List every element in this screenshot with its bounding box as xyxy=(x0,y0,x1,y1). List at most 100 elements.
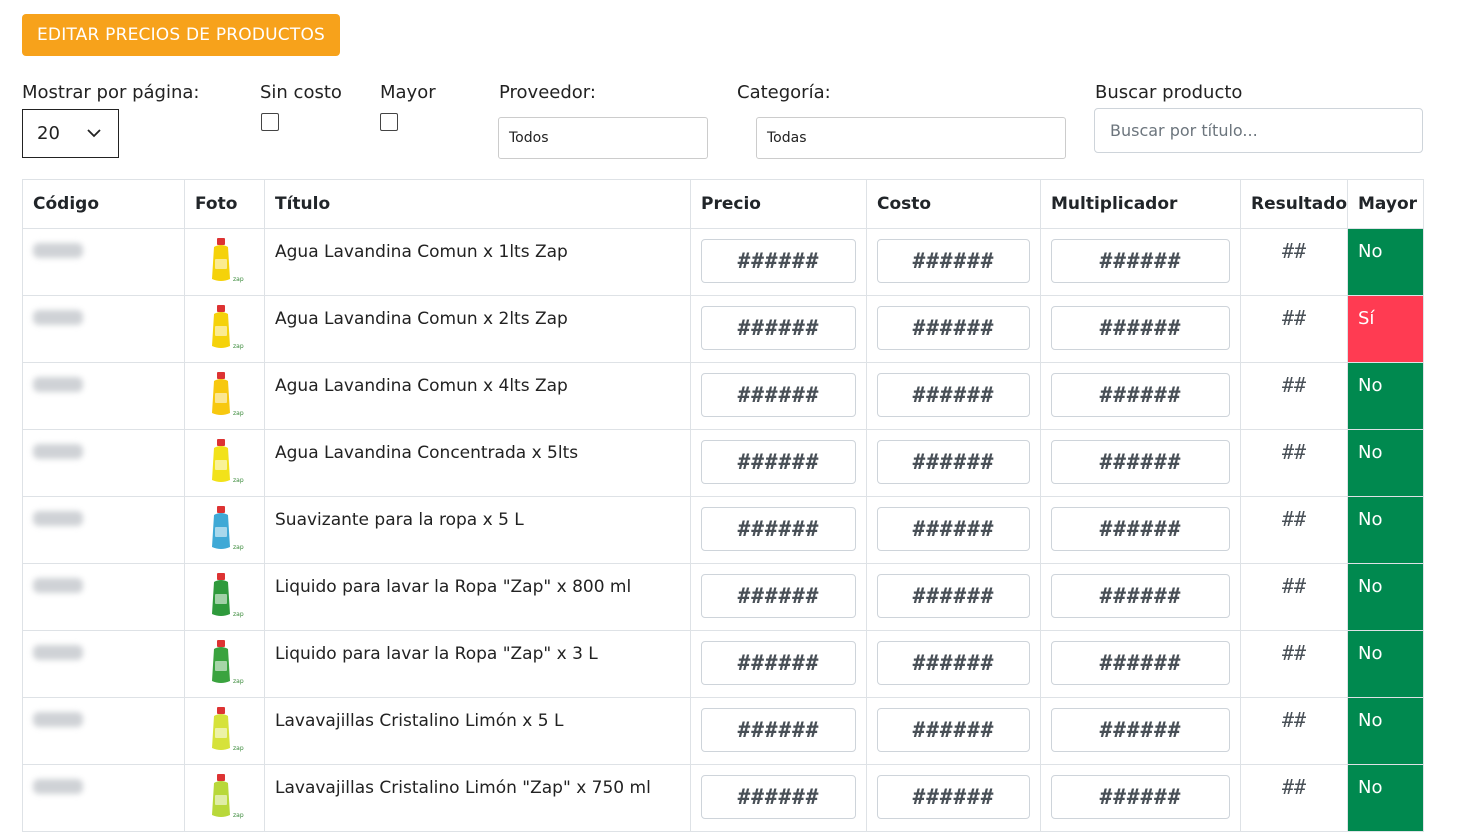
precio-input[interactable]: ###### xyxy=(701,574,856,618)
blurred-code xyxy=(33,243,83,258)
product-thumbnail-icon: zap xyxy=(212,707,244,752)
product-thumbnail-icon: zap xyxy=(212,640,244,685)
costo-input[interactable]: ###### xyxy=(877,239,1030,283)
mayor-checkbox[interactable] xyxy=(380,113,398,131)
precio-cell: ###### xyxy=(690,630,867,698)
multiplicador-input[interactable]: ###### xyxy=(1051,708,1230,752)
multiplicador-cell: ###### xyxy=(1040,362,1241,430)
multiplicador-input[interactable]: ###### xyxy=(1051,239,1230,283)
photo-cell: zap xyxy=(184,563,265,631)
product-thumbnail-icon: zap xyxy=(212,305,244,350)
multiplicador-cell: ###### xyxy=(1040,228,1241,296)
blurred-code xyxy=(33,377,83,392)
costo-input[interactable]: ###### xyxy=(877,708,1030,752)
categoria-value: Todas xyxy=(767,130,807,146)
mayor-toggle[interactable]: Sí xyxy=(1347,295,1424,363)
mayor-toggle[interactable]: No xyxy=(1347,764,1424,832)
header-titulo[interactable]: Título xyxy=(264,179,691,229)
precio-input[interactable]: ###### xyxy=(701,641,856,685)
multiplicador-input[interactable]: ###### xyxy=(1051,306,1230,350)
photo-cell: zap xyxy=(184,764,265,832)
blurred-code xyxy=(33,310,83,325)
code-cell xyxy=(22,362,185,430)
header-mayor[interactable]: Mayor xyxy=(1347,179,1424,229)
code-cell xyxy=(22,496,185,564)
precio-input[interactable]: ###### xyxy=(701,306,856,350)
svg-text:zap: zap xyxy=(233,611,244,618)
mayor-toggle[interactable]: No xyxy=(1347,362,1424,430)
table-header-row: Código Foto Título Precio Costo Multipli… xyxy=(22,179,1424,229)
svg-text:zap: zap xyxy=(233,678,244,685)
mayor-toggle[interactable]: No xyxy=(1347,228,1424,296)
table-row: zap Agua Lavandina Concentrada x 5lts ##… xyxy=(22,429,1424,497)
photo-cell: zap xyxy=(184,429,265,497)
svg-text:zap: zap xyxy=(233,410,244,417)
code-cell xyxy=(22,697,185,765)
header-codigo[interactable]: Código xyxy=(22,179,185,229)
sin-costo-checkbox[interactable] xyxy=(261,113,279,131)
product-thumbnail-icon: zap xyxy=(212,506,244,551)
resultado-value: ## xyxy=(1240,563,1348,631)
mayor-toggle[interactable]: No xyxy=(1347,697,1424,765)
precio-cell: ###### xyxy=(690,429,867,497)
mayor-toggle[interactable]: No xyxy=(1347,563,1424,631)
multiplicador-input[interactable]: ###### xyxy=(1051,373,1230,417)
per-page-value: 20 xyxy=(37,123,60,144)
product-thumbnail-icon: zap xyxy=(212,573,244,618)
edit-prices-button[interactable]: EDITAR PRECIOS DE PRODUCTOS xyxy=(22,14,340,56)
multiplicador-input[interactable]: ###### xyxy=(1051,641,1230,685)
costo-input[interactable]: ###### xyxy=(877,574,1030,618)
costo-cell: ###### xyxy=(866,697,1041,765)
costo-input[interactable]: ###### xyxy=(877,306,1030,350)
header-precio[interactable]: Precio xyxy=(690,179,867,229)
mayor-toggle[interactable]: No xyxy=(1347,496,1424,564)
precio-input[interactable]: ###### xyxy=(701,440,856,484)
categoria-select[interactable]: Todas xyxy=(756,117,1066,159)
multiplicador-input[interactable]: ###### xyxy=(1051,507,1230,551)
blurred-code xyxy=(33,444,83,459)
costo-input[interactable]: ###### xyxy=(877,507,1030,551)
photo-cell: zap xyxy=(184,362,265,430)
multiplicador-cell: ###### xyxy=(1040,429,1241,497)
costo-cell: ###### xyxy=(866,295,1041,363)
precio-cell: ###### xyxy=(690,764,867,832)
sin-costo-label: Sin costo xyxy=(260,82,342,103)
product-title: Agua Lavandina Comun x 1lts Zap xyxy=(264,228,691,296)
costo-input[interactable]: ###### xyxy=(877,440,1030,484)
svg-text:zap: zap xyxy=(233,812,244,819)
costo-cell: ###### xyxy=(866,496,1041,564)
svg-text:zap: zap xyxy=(233,276,244,283)
precio-cell: ###### xyxy=(690,295,867,363)
code-cell xyxy=(22,228,185,296)
precio-input[interactable]: ###### xyxy=(701,373,856,417)
code-cell xyxy=(22,295,185,363)
multiplicador-input[interactable]: ###### xyxy=(1051,440,1230,484)
blurred-code xyxy=(33,645,83,660)
costo-input[interactable]: ###### xyxy=(877,373,1030,417)
product-thumbnail-icon: zap xyxy=(212,372,244,417)
mayor-toggle[interactable]: No xyxy=(1347,429,1424,497)
precio-input[interactable]: ###### xyxy=(701,507,856,551)
costo-input[interactable]: ###### xyxy=(877,641,1030,685)
proveedor-select[interactable]: Todos xyxy=(498,117,708,159)
mayor-toggle[interactable]: No xyxy=(1347,630,1424,698)
table-row: zap Agua Lavandina Comun x 1lts Zap ####… xyxy=(22,228,1424,296)
multiplicador-input[interactable]: ###### xyxy=(1051,775,1230,819)
photo-cell: zap xyxy=(184,496,265,564)
multiplicador-input[interactable]: ###### xyxy=(1051,574,1230,618)
table-row: zap Suavizante para la ropa x 5 L ######… xyxy=(22,496,1424,564)
header-multiplicador[interactable]: Multiplicador xyxy=(1040,179,1241,229)
costo-cell: ###### xyxy=(866,228,1041,296)
precio-input[interactable]: ###### xyxy=(701,239,856,283)
search-input[interactable] xyxy=(1094,108,1423,153)
mayor-label: Mayor xyxy=(380,82,436,103)
product-title: Liquido para lavar la Ropa "Zap" x 800 m… xyxy=(264,563,691,631)
costo-input[interactable]: ###### xyxy=(877,775,1030,819)
product-title: Lavavajillas Cristalino Limón x 5 L xyxy=(264,697,691,765)
precio-input[interactable]: ###### xyxy=(701,775,856,819)
header-costo[interactable]: Costo xyxy=(866,179,1041,229)
precio-cell: ###### xyxy=(690,228,867,296)
precio-input[interactable]: ###### xyxy=(701,708,856,752)
per-page-select[interactable]: 20 xyxy=(22,109,119,158)
product-title: Suavizante para la ropa x 5 L xyxy=(264,496,691,564)
